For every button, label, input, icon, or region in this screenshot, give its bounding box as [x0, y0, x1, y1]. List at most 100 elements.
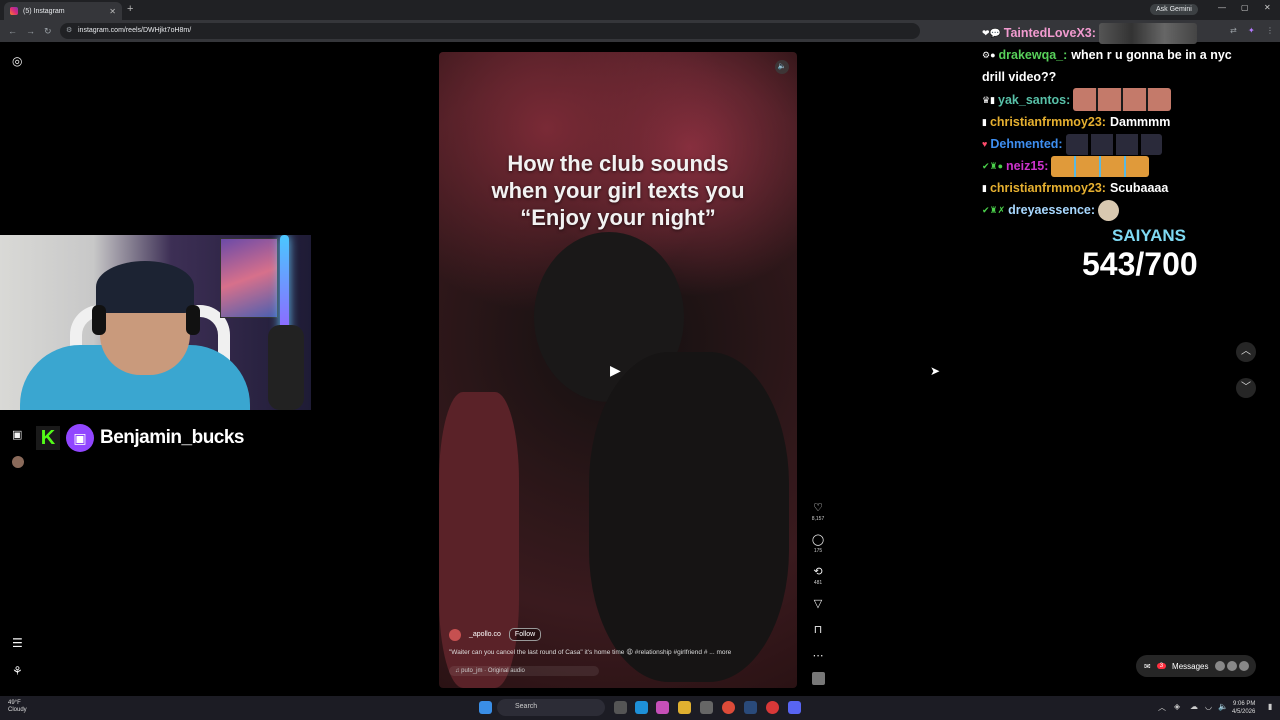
tab-close-icon[interactable]: ✕	[109, 7, 116, 16]
file-explorer-icon[interactable]	[678, 701, 691, 714]
chat-badges-icon: ▮	[982, 183, 987, 193]
share-button[interactable]: ▽	[810, 594, 826, 612]
steam-icon[interactable]	[744, 701, 757, 714]
chat-badges-icon: ✔♜●	[982, 161, 1004, 171]
reel-video[interactable]: How the club sounds when your girl texts…	[439, 52, 797, 688]
forward-icon[interactable]: →	[26, 26, 35, 36]
reel-overlay-text: How the club sounds when your girl texts…	[439, 150, 797, 231]
messages-button[interactable]: ✉ 3 Messages	[1136, 655, 1256, 677]
reel-audio[interactable]: ♫ puto_jm · Original audio	[449, 666, 599, 676]
chat-badges-icon: ♛▮	[982, 94, 996, 105]
tray-expand-icon[interactable]: ︿	[1158, 702, 1166, 713]
chat-badges-icon: ⚙●	[982, 50, 996, 60]
tab-instagram[interactable]: (5) Instagram ✕	[4, 2, 122, 20]
save-button[interactable]: ⊓	[810, 620, 826, 638]
microphone	[268, 325, 304, 410]
emote-image	[1051, 155, 1150, 177]
cloud-icon[interactable]: ☁	[1190, 702, 1198, 711]
maximize-icon[interactable]: ▢	[1241, 3, 1249, 12]
author-avatar[interactable]	[449, 628, 461, 641]
mute-icon[interactable]: 🔈	[775, 60, 789, 74]
repost-button[interactable]: ⟲ 481	[810, 562, 826, 586]
previous-reel-button[interactable]: ︿	[1236, 342, 1256, 362]
headset-left	[92, 305, 106, 335]
more-icon: ⋯	[812, 650, 824, 662]
follow-button[interactable]: Follow	[508, 628, 542, 641]
chrome-icon[interactable]	[722, 701, 735, 714]
chat-user: christianfrmmoy23:	[989, 115, 1106, 129]
reload-icon[interactable]: ↻	[44, 26, 52, 37]
network-icon[interactable]: ◈	[1174, 702, 1180, 711]
crowd-figure	[439, 392, 519, 688]
messages-badge: 3	[1156, 663, 1167, 669]
instagram-logo-icon[interactable]: ◎	[12, 54, 22, 68]
emote-image	[1098, 199, 1120, 221]
new-tab-button[interactable]: +	[127, 3, 133, 15]
like-count: 8,157	[811, 516, 825, 522]
streamer-beanie	[96, 261, 194, 313]
chat-user: Dehmented:	[990, 137, 1063, 151]
repost-count: 481	[813, 580, 823, 586]
chat-badges-icon: ♥	[982, 139, 988, 149]
start-icon[interactable]	[479, 701, 492, 714]
site-info-icon[interactable]: ⚙	[66, 26, 72, 34]
audio-thumbnail[interactable]	[810, 672, 826, 690]
play-icon[interactable]: ▶	[610, 362, 621, 379]
messages-label: Messages	[1172, 661, 1209, 671]
comment-button[interactable]: ◯ 175	[810, 530, 826, 554]
notifications-icon[interactable]: ▮	[1268, 702, 1272, 711]
kick-logo-icon: K	[36, 426, 60, 450]
browser-tab-strip: (5) Instagram ✕ + Ask Gemini — ▢ ✕	[0, 0, 1280, 20]
discord-icon[interactable]	[788, 701, 801, 714]
instagram-favicon-icon	[10, 7, 18, 15]
chat-line: ✔♜● neiz15:	[982, 155, 1272, 177]
messages-avatars	[1214, 661, 1249, 671]
wifi-icon[interactable]: ◡	[1205, 702, 1212, 711]
close-window-icon[interactable]: ✕	[1264, 3, 1271, 12]
chat-message: Dammmm	[1109, 115, 1171, 129]
chat-user: TaintedLoveX3:	[1003, 26, 1096, 40]
back-icon[interactable]: ←	[8, 26, 17, 36]
system-clock[interactable]: 9:06 PM 4/5/2026	[1232, 700, 1255, 716]
audio-thumb-icon	[811, 672, 825, 685]
chat-message: when r u gonna be in a nyc	[1071, 48, 1232, 62]
minimize-icon[interactable]: —	[1218, 3, 1226, 12]
volume-icon[interactable]: 🔈	[1218, 702, 1228, 711]
chat-message: Scubaaaa	[1109, 181, 1169, 195]
emote-image	[1065, 133, 1162, 155]
chat-user: neiz15:	[1006, 159, 1049, 173]
weather-condition: Cloudy	[8, 707, 27, 713]
mouse-cursor-icon: ➤	[930, 364, 941, 378]
overlay-line-1: How the club sounds	[507, 151, 729, 176]
reel-author-row: _apollo.co Follow	[449, 628, 542, 641]
task-view-icon[interactable]	[614, 701, 627, 714]
settings-icon[interactable]	[700, 701, 713, 714]
url-bar[interactable]: ⚙ instagram.com/reels/DWHjkt7oH8m/	[60, 23, 920, 39]
taskbar-search[interactable]: Search	[497, 699, 605, 716]
obs-icon[interactable]	[766, 701, 779, 714]
menu-icon[interactable]: ☰	[12, 636, 23, 650]
twitch-logo-icon: ▣	[66, 424, 94, 452]
chat-line: ❤💬 TaintedLoveX3:	[982, 22, 1272, 44]
author-name[interactable]: _apollo.co	[469, 631, 501, 638]
copilot-icon[interactable]	[656, 701, 669, 714]
chat-badges-icon: ▮	[982, 117, 987, 127]
chat-badges-icon: ✔♜✗	[982, 205, 1006, 215]
weather-widget[interactable]: 49°F Cloudy	[8, 700, 27, 714]
chat-line: ▮ christianfrmmoy23: Dammmm	[982, 111, 1272, 133]
overlay-line-3: “Enjoy your night”	[520, 205, 716, 230]
chat-message: drill video??	[982, 70, 1057, 84]
like-button[interactable]: ♡ 8,157	[810, 498, 826, 522]
headset-right	[186, 305, 200, 335]
next-reel-button[interactable]: ﹀	[1236, 378, 1256, 398]
reel-description[interactable]: "Waiter can you cancel the last round of…	[449, 648, 731, 656]
profile-avatar[interactable]	[12, 456, 24, 468]
chat-line: ▮ christianfrmmoy23: Scubaaaa	[982, 177, 1272, 199]
chat-line: ⚙● drakewqa_: when r u gonna be in a nyc	[982, 44, 1272, 66]
meta-apps-icon[interactable]: ⚘	[12, 664, 23, 678]
ask-gemini-button[interactable]: Ask Gemini	[1150, 4, 1198, 15]
reels-nav-icon[interactable]: ▣	[12, 428, 22, 441]
more-options-button[interactable]: ⋯	[810, 646, 826, 664]
edge-icon[interactable]	[635, 701, 648, 714]
wall-poster	[220, 238, 278, 318]
